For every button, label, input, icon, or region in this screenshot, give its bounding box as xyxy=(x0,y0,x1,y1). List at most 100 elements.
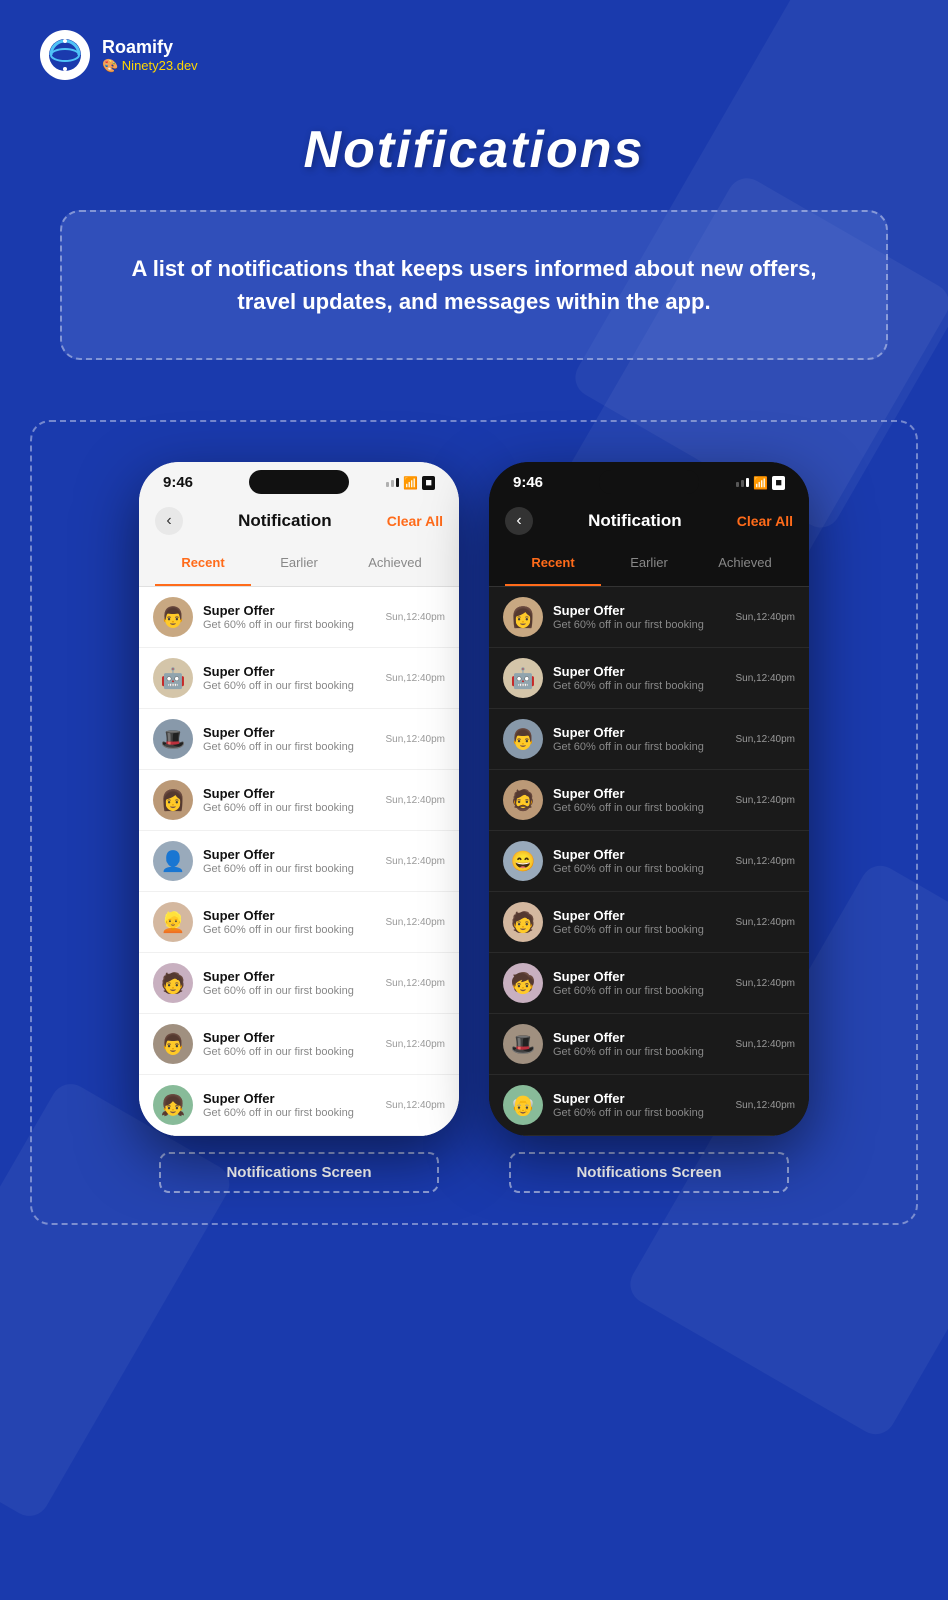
notification-avatar: 😄 xyxy=(503,841,543,881)
notification-offer-desc: Get 60% off in our first booking xyxy=(553,985,726,997)
notification-title-light: Notification xyxy=(238,511,332,531)
notification-item[interactable]: 👴 Super OfferGet 60% off in our first boo… xyxy=(489,1075,809,1136)
wifi-icon-light: 📶 xyxy=(403,476,418,490)
battery-icon-dark: ■ xyxy=(772,476,785,490)
notification-title-dark: Notification xyxy=(588,511,682,531)
notification-time: Sun,12:40pm xyxy=(736,612,796,623)
brand-sub: 🎨 Ninety23.dev xyxy=(102,58,198,74)
notification-item[interactable]: 👨Super OfferGet 60% off in our first boo… xyxy=(139,587,459,648)
notification-time: Sun,12:40pm xyxy=(386,673,446,684)
description-box: A list of notifications that keeps users… xyxy=(60,210,888,360)
notification-offer-title: Super Offer xyxy=(203,725,376,740)
notification-offer-title: Super Offer xyxy=(553,725,726,740)
notification-time: Sun,12:40pm xyxy=(386,734,446,745)
notification-item[interactable]: 🧑Super OfferGet 60% off in our first boo… xyxy=(139,953,459,1014)
notification-offer-desc: Get 60% off in our first booking xyxy=(203,1107,376,1119)
tab-earlier-light[interactable]: Earlier xyxy=(251,547,347,578)
description-text: A list of notifications that keeps users… xyxy=(122,252,826,318)
notification-offer-title: Super Offer xyxy=(203,908,376,923)
notification-avatar: 👧 xyxy=(153,1085,193,1125)
clear-all-light[interactable]: Clear All xyxy=(387,513,443,529)
notification-time: Sun,12:40pm xyxy=(736,1100,796,1111)
phone-light-label: Notifications Screen xyxy=(159,1152,439,1193)
notification-time: Sun,12:40pm xyxy=(736,1039,796,1050)
notification-offer-desc: Get 60% off in our first booking xyxy=(203,619,376,631)
tab-achieved-dark[interactable]: Achieved xyxy=(697,547,793,578)
notification-item[interactable]: 👨Super OfferGet 60% off in our first boo… xyxy=(139,1014,459,1075)
notification-offer-desc: Get 60% off in our first booking xyxy=(553,924,726,936)
phone-header-light: ‹ Notification Clear All xyxy=(139,499,459,547)
notification-offer-desc: Get 60% off in our first booking xyxy=(553,741,726,753)
tab-recent-dark[interactable]: Recent xyxy=(505,547,601,578)
notification-content: Super OfferGet 60% off in our first book… xyxy=(203,786,376,814)
notification-content: Super OfferGet 60% off in our first book… xyxy=(203,664,376,692)
notification-offer-title: Super Offer xyxy=(203,1091,376,1106)
notification-time: Sun,12:40pm xyxy=(736,917,796,928)
clear-all-dark[interactable]: Clear All xyxy=(737,513,793,529)
notification-time: Sun,12:40pm xyxy=(736,673,796,684)
notification-item[interactable]: 🤖Super OfferGet 60% off in our first boo… xyxy=(139,648,459,709)
notification-content: Super OfferGet 60% off in our first book… xyxy=(553,1091,726,1119)
notification-avatar: 👤 xyxy=(153,841,193,881)
status-bar-dark: 9:46 📶 ■ xyxy=(489,462,809,499)
notification-item[interactable]: 👧 Super OfferGet 60% off in our first boo… xyxy=(139,1075,459,1136)
notification-item[interactable]: 🎩Super OfferGet 60% off in our first boo… xyxy=(489,1014,809,1075)
notification-avatar: 🎩 xyxy=(153,719,193,759)
notification-avatar: 🧑 xyxy=(153,963,193,1003)
notification-offer-desc: Get 60% off in our first booking xyxy=(203,680,376,692)
app-header: Roamify 🎨 Ninety23.dev xyxy=(0,0,948,100)
notification-content: Super OfferGet 60% off in our first book… xyxy=(553,847,726,875)
notification-item[interactable]: 👨Super OfferGet 60% off in our first boo… xyxy=(489,709,809,770)
showcase-area: 9:46 📶 ■ ‹ Notification Clear All xyxy=(30,420,918,1225)
notification-avatar: 👨 xyxy=(153,1024,193,1064)
notification-offer-desc: Get 60% off in our first booking xyxy=(553,680,726,692)
tab-earlier-dark[interactable]: Earlier xyxy=(601,547,697,578)
notification-item[interactable]: 🧑Super OfferGet 60% off in our first boo… xyxy=(489,892,809,953)
phone-dark-label: Notifications Screen xyxy=(509,1152,789,1193)
notification-time: Sun,12:40pm xyxy=(386,978,446,989)
notification-avatar: 🤖 xyxy=(503,658,543,698)
notification-item[interactable]: 🎩 Super OfferGet 60% off in our first boo… xyxy=(139,709,459,770)
notification-item[interactable]: 😄 Super OfferGet 60% off in our first boo… xyxy=(489,831,809,892)
notification-content: Super OfferGet 60% off in our first book… xyxy=(553,603,726,631)
notification-item[interactable]: 🧔Super OfferGet 60% off in our first boo… xyxy=(489,770,809,831)
notification-avatar: 🧒 xyxy=(503,963,543,1003)
notification-item[interactable]: 👩 Super OfferGet 60% off in our first boo… xyxy=(489,587,809,648)
notification-offer-title: Super Offer xyxy=(553,969,726,984)
notification-offer-title: Super Offer xyxy=(553,1091,726,1106)
notification-avatar: 👨 xyxy=(153,597,193,637)
notification-time: Sun,12:40pm xyxy=(386,856,446,867)
notification-content: Super OfferGet 60% off in our first book… xyxy=(553,908,726,936)
notification-item[interactable]: 👩Super OfferGet 60% off in our first boo… xyxy=(139,770,459,831)
tabs-light: Recent Earlier Achieved xyxy=(139,547,459,587)
notification-avatar: 👴 xyxy=(503,1085,543,1125)
phone-dark: 9:46 📶 ■ ‹ Notification Clear All xyxy=(489,462,809,1136)
back-button-dark[interactable]: ‹ xyxy=(505,507,533,535)
notification-content: Super OfferGet 60% off in our first book… xyxy=(203,725,376,753)
notification-offer-title: Super Offer xyxy=(553,603,726,618)
notification-content: Super OfferGet 60% off in our first book… xyxy=(553,725,726,753)
notification-offer-desc: Get 60% off in our first booking xyxy=(553,1107,726,1119)
wifi-icon-dark: 📶 xyxy=(753,476,768,490)
notification-offer-desc: Get 60% off in our first booking xyxy=(203,1046,376,1058)
notification-avatar: 🧔 xyxy=(503,780,543,820)
notification-item[interactable]: 🧒 Super OfferGet 60% off in our first boo… xyxy=(489,953,809,1014)
notification-item[interactable]: 👱Super OfferGet 60% off in our first boo… xyxy=(139,892,459,953)
notification-offer-desc: Get 60% off in our first booking xyxy=(203,741,376,753)
notification-time: Sun,12:40pm xyxy=(736,856,796,867)
notification-content: Super OfferGet 60% off in our first book… xyxy=(203,908,376,936)
back-button-light[interactable]: ‹ xyxy=(155,507,183,535)
notification-offer-title: Super Offer xyxy=(553,908,726,923)
status-icons-light: 📶 ■ xyxy=(386,476,435,490)
notification-item[interactable]: 👤Super OfferGet 60% off in our first boo… xyxy=(139,831,459,892)
brand-info: Roamify 🎨 Ninety23.dev xyxy=(102,37,198,74)
notch-dark xyxy=(599,470,699,494)
notif-list-dark: 👩Super OfferGet 60% off in our first boo… xyxy=(489,587,809,1136)
status-icons-dark: 📶 ■ xyxy=(736,476,785,490)
tab-recent-light[interactable]: Recent xyxy=(155,547,251,578)
tab-achieved-light[interactable]: Achieved xyxy=(347,547,443,578)
notification-avatar: 👩 xyxy=(503,597,543,637)
notification-offer-desc: Get 60% off in our first booking xyxy=(553,1046,726,1058)
notification-item[interactable]: 🤖Super OfferGet 60% off in our first boo… xyxy=(489,648,809,709)
light-phone-container: 9:46 📶 ■ ‹ Notification Clear All xyxy=(139,462,459,1193)
